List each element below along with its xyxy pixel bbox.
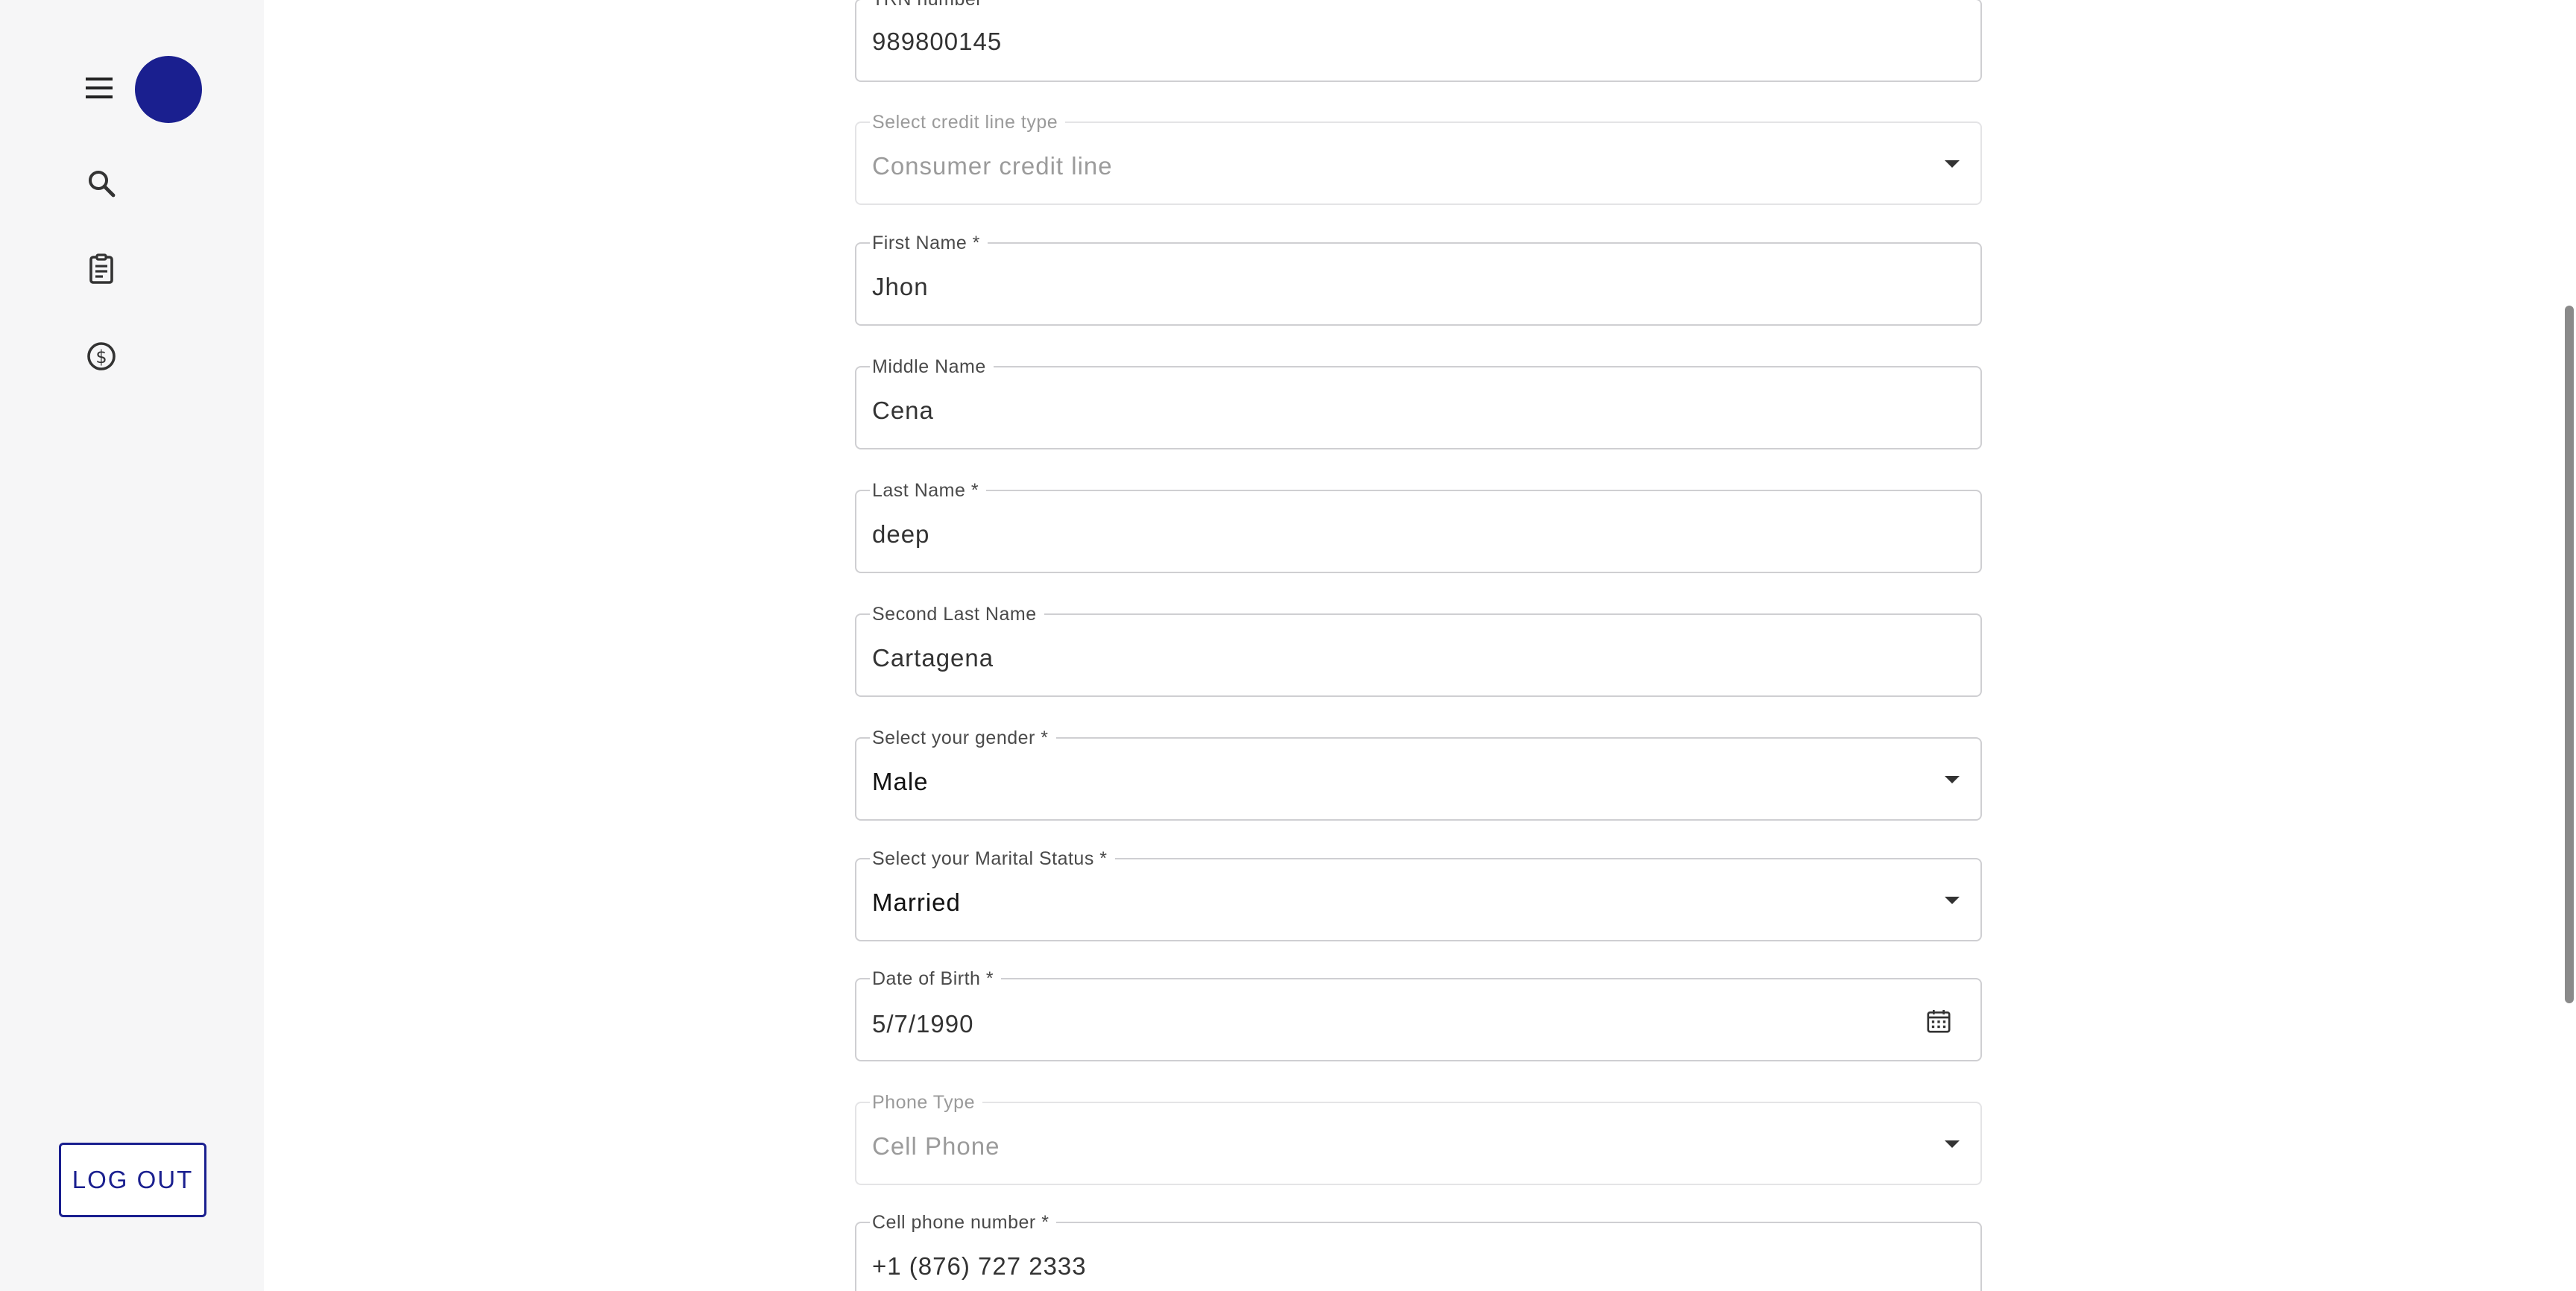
middle-name-field[interactable]: Middle Name Cena <box>855 356 1982 449</box>
marital-status-select[interactable]: Select your Marital Status * Married <box>855 847 1982 941</box>
logout-button[interactable]: LOG OUT <box>59 1143 206 1217</box>
credit-line-label: Select credit line type <box>870 111 1066 133</box>
last-name-value: deep <box>872 520 930 548</box>
marital-status-value: Married <box>872 888 961 916</box>
phone-type-select[interactable]: Phone Type Cell Phone <box>855 1091 1982 1185</box>
gender-select[interactable]: Select your gender * Male <box>855 727 1982 821</box>
cell-phone-label: Cell phone number * <box>870 1211 1057 1234</box>
date-of-birth-label: Date of Birth * <box>870 968 1002 990</box>
calendar-icon[interactable] <box>1924 1006 1954 1036</box>
phone-type-value: Cell Phone <box>872 1132 1000 1160</box>
sidebar: $ LOG OUT <box>0 0 264 1291</box>
trn-field[interactable]: TRN number 989800145 <box>855 0 1982 82</box>
first-name-value: Jhon <box>872 273 929 300</box>
avatar[interactable] <box>135 56 202 123</box>
credit-line-value: Consumer credit line <box>872 152 1113 180</box>
svg-text:$: $ <box>95 347 107 367</box>
second-last-name-value: Cartagena <box>872 644 994 672</box>
first-name-field[interactable]: First Name * Jhon <box>855 232 1982 326</box>
chevron-down-icon <box>1945 1140 1960 1148</box>
gender-value: Male <box>872 768 929 795</box>
second-last-name-label: Second Last Name <box>870 603 1044 625</box>
trn-label: TRN number <box>870 0 991 10</box>
gender-label: Select your gender * <box>870 727 1056 749</box>
clipboard-icon[interactable] <box>83 251 119 287</box>
chevron-down-icon <box>1945 776 1960 783</box>
credit-line-select[interactable]: Select credit line type Consumer credit … <box>855 111 1982 205</box>
trn-value: 989800145 <box>872 28 1003 55</box>
middle-name-label: Middle Name <box>870 356 994 378</box>
dollar-icon[interactable]: $ <box>83 338 119 374</box>
last-name-field[interactable]: Last Name * deep <box>855 479 1982 573</box>
date-of-birth-value: 5/7/1990 <box>872 1010 974 1038</box>
search-icon[interactable] <box>83 165 119 201</box>
chevron-down-icon <box>1945 897 1960 904</box>
last-name-label: Last Name * <box>870 479 987 502</box>
phone-type-label: Phone Type <box>870 1091 982 1114</box>
cell-phone-field[interactable]: Cell phone number * +1 (876) 727 2333 <box>855 1211 1982 1291</box>
scrollbar-thumb[interactable] <box>2565 306 2574 1003</box>
app-root: $ LOG OUT TRN number 989800145 Select cr… <box>0 0 2576 1291</box>
second-last-name-field[interactable]: Second Last Name Cartagena <box>855 603 1982 697</box>
chevron-down-icon <box>1945 160 1960 168</box>
first-name-label: First Name * <box>870 232 988 254</box>
middle-name-value: Cena <box>872 397 934 424</box>
marital-status-label: Select your Marital Status * <box>870 847 1115 870</box>
menu-icon[interactable] <box>80 72 118 104</box>
date-of-birth-field[interactable]: Date of Birth * 5/7/1990 <box>855 968 1982 1061</box>
cell-phone-value: +1 (876) 727 2333 <box>872 1252 1087 1280</box>
